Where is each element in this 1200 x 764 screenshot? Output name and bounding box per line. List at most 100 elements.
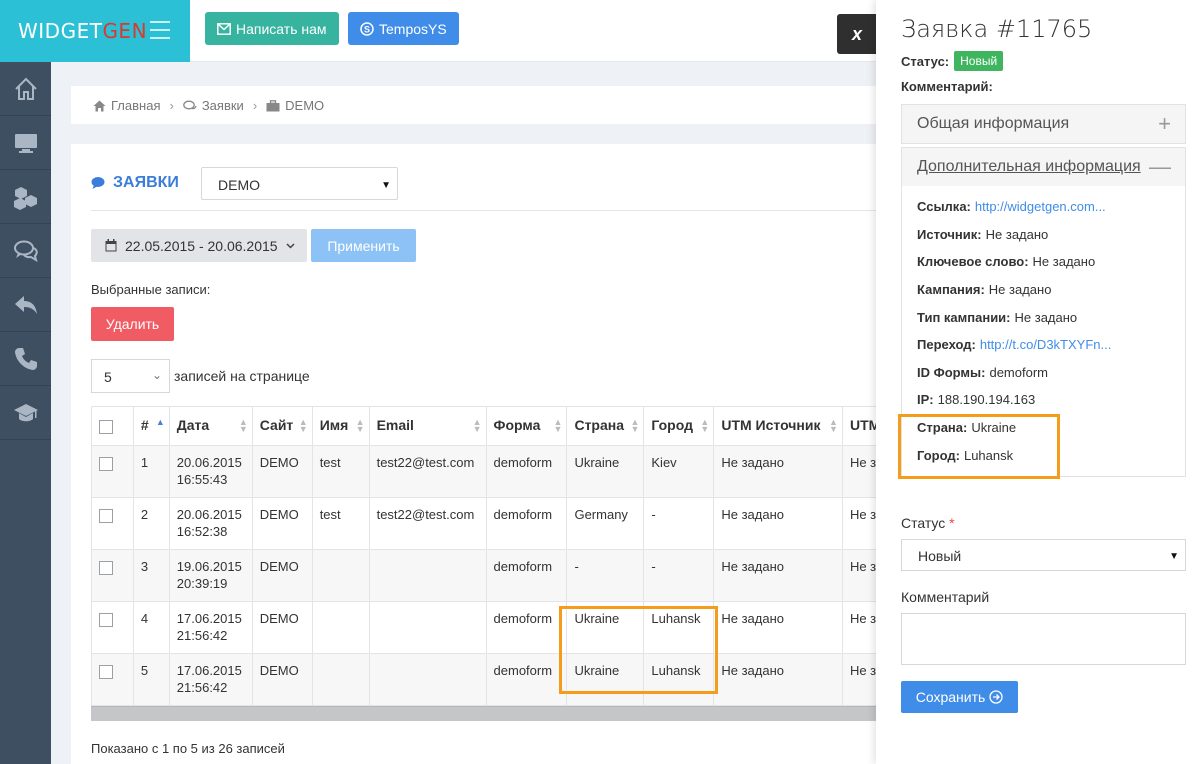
comment-textarea[interactable] [901, 613, 1186, 665]
column-header-email[interactable]: Email ▲ ▼ [368, 406, 487, 446]
breadcrumb-requests[interactable]: Заявки [182, 98, 244, 113]
close-icon: x [851, 23, 862, 44]
brand-part1: WIDGET [18, 19, 103, 43]
page-title-text: ЗАЯВКИ [113, 174, 179, 191]
sidebar-item-home[interactable] [0, 62, 51, 116]
caret-down-icon: ▼ [381, 180, 391, 191]
horizontal-scrollbar[interactable] [91, 706, 891, 721]
svg-text:S: S [364, 24, 370, 34]
cell-country: - [566, 549, 645, 602]
cell-date-day: 17.06.2015 [176, 611, 242, 626]
column-header-date[interactable]: Дата ▲ ▼ [168, 406, 253, 446]
info-row-referrer: Переход: http://t.co/D3kTXYFn... [917, 331, 1170, 359]
accordion-general-title: Общая информация [917, 115, 1070, 132]
row-checkbox[interactable] [99, 457, 113, 471]
site-select[interactable]: DEMO ▼ [201, 167, 398, 200]
cell-site: DEMO [251, 601, 313, 654]
column-header-num[interactable]: # ▲ [132, 406, 170, 446]
sidebar-item-monitor[interactable] [0, 116, 51, 170]
accordion-extra-header[interactable]: Дополнительная информация — [902, 148, 1185, 186]
cell-form: demoform [485, 497, 568, 550]
skype-button[interactable]: S TemposYS [348, 12, 459, 45]
info-row-campaign-type: Тип кампании: Не задано [917, 303, 1170, 331]
row-checkbox[interactable] [99, 509, 113, 523]
column-header-label: Форма [493, 417, 541, 433]
cell-date: 19.06.2015 20:39:19 [168, 549, 253, 602]
column-header-city[interactable]: Город ▲ ▼ [643, 406, 715, 446]
write-us-label: Написать нам [236, 20, 327, 37]
info-link[interactable]: http://widgetgen.com... [975, 199, 1106, 214]
breadcrumb-home[interactable]: Главная [93, 98, 160, 113]
reply-icon [14, 295, 37, 314]
column-header-label: UTM Источник [721, 417, 821, 433]
table-row[interactable]: 3 19.06.2015 20:39:19 DEMO demoform - - Н… [91, 549, 892, 602]
write-us-button[interactable]: Написать нам [205, 12, 339, 45]
table-row[interactable]: 1 20.06.2015 16:55:43 DEMO test test22@te… [91, 445, 892, 498]
cubes-icon [13, 186, 37, 210]
cell-utm-source: Не задано [713, 497, 843, 550]
column-header-label: Страна [574, 417, 625, 433]
menu-toggle-icon[interactable] [150, 21, 170, 39]
row-checkbox[interactable] [99, 665, 113, 679]
column-header-label: Имя [319, 417, 349, 433]
brand-logo[interactable]: WIDGETGEN [18, 19, 147, 43]
cell-num: 2 [132, 497, 170, 550]
sidebar-item-cubes[interactable] [0, 170, 51, 224]
sort-icon: ▲ ▼ [630, 417, 640, 434]
cell-utm-source: Не задано [713, 445, 843, 498]
cell-country: Ukraine [566, 445, 645, 498]
info-row-keyword: Ключевое слово: Не задано [917, 248, 1170, 276]
cell-city: - [643, 497, 715, 550]
info-label: Ссылка: [917, 199, 971, 215]
sidebar-item-education[interactable] [0, 386, 51, 440]
save-button[interactable]: Сохранить [901, 681, 1018, 713]
sidebar-item-phone[interactable] [0, 332, 51, 386]
table-row[interactable]: 5 17.06.2015 21:56:42 DEMO demoform Ukrai… [91, 653, 892, 706]
monitor-icon [14, 133, 37, 153]
comments-icon [91, 177, 105, 189]
cell-num: 1 [132, 445, 170, 498]
save-label: Сохранить [915, 689, 986, 705]
row-checkbox[interactable] [99, 561, 113, 575]
sort-asc-icon: ▲ [155, 417, 165, 427]
sidebar-item-requests[interactable] [0, 224, 51, 278]
select-all-checkbox[interactable] [99, 420, 113, 434]
required-mark: * [949, 515, 955, 531]
cell-date: 20.06.2015 16:55:43 [168, 445, 253, 498]
apply-button[interactable]: Применить [311, 229, 416, 262]
column-header-label: # [140, 417, 149, 433]
info-link[interactable]: http://t.co/D3kTXYFn... [980, 337, 1112, 352]
request-detail-drawer: Заявка #11765 Статус: Новый Комментарий:… [876, 0, 1200, 764]
column-header-site[interactable]: Сайт ▲ ▼ [251, 406, 313, 446]
column-header-form[interactable]: Форма ▲ ▼ [485, 406, 568, 446]
sidebar-item-reply[interactable] [0, 278, 51, 332]
skype-icon: S [360, 21, 374, 36]
column-header-utm-source[interactable]: UTM Источник ▲ ▼ [713, 406, 843, 446]
accordion-general-header[interactable]: Общая информация + [902, 105, 1185, 143]
cell-name: test [311, 445, 370, 498]
close-drawer-button[interactable]: x [837, 14, 877, 54]
info-row-source: Источник: Не задано [917, 221, 1170, 249]
requests-panel: ЗАЯВКИ DEMO ▼ 22.05.2015 - 20.06.2015 При… [71, 144, 892, 764]
cell-date-day: 20.06.2015 [176, 455, 242, 470]
column-header-country[interactable]: Страна ▲ ▼ [566, 406, 645, 446]
info-value: Не задано [1014, 309, 1078, 325]
comment-field-label: Комментарий [901, 589, 990, 605]
info-label: Переход: [917, 337, 976, 353]
divider [91, 210, 891, 211]
status-select[interactable]: Новый ▼ [901, 539, 1186, 571]
table-row[interactable]: 4 17.06.2015 21:56:42 DEMO demoform Ukrai… [91, 601, 892, 654]
cell-date-day: 20.06.2015 [176, 507, 242, 522]
column-header-name[interactable]: Имя ▲ ▼ [311, 406, 370, 446]
row-checkbox[interactable] [99, 613, 113, 627]
date-range-picker[interactable]: 22.05.2015 - 20.06.2015 [91, 229, 307, 262]
cell-form: demoform [485, 601, 568, 654]
delete-button[interactable]: Удалить [91, 307, 174, 341]
status-field-label: Статус * [901, 515, 955, 531]
cell-name [311, 601, 370, 654]
caret-down-icon: ▼ [1169, 551, 1179, 562]
table-row[interactable]: 2 20.06.2015 16:52:38 DEMO test test22@te… [91, 497, 892, 550]
info-value: Не задано [1032, 254, 1096, 270]
cell-site: DEMO [251, 497, 313, 550]
per-page-select[interactable]: 5 ⌄ [91, 359, 170, 393]
